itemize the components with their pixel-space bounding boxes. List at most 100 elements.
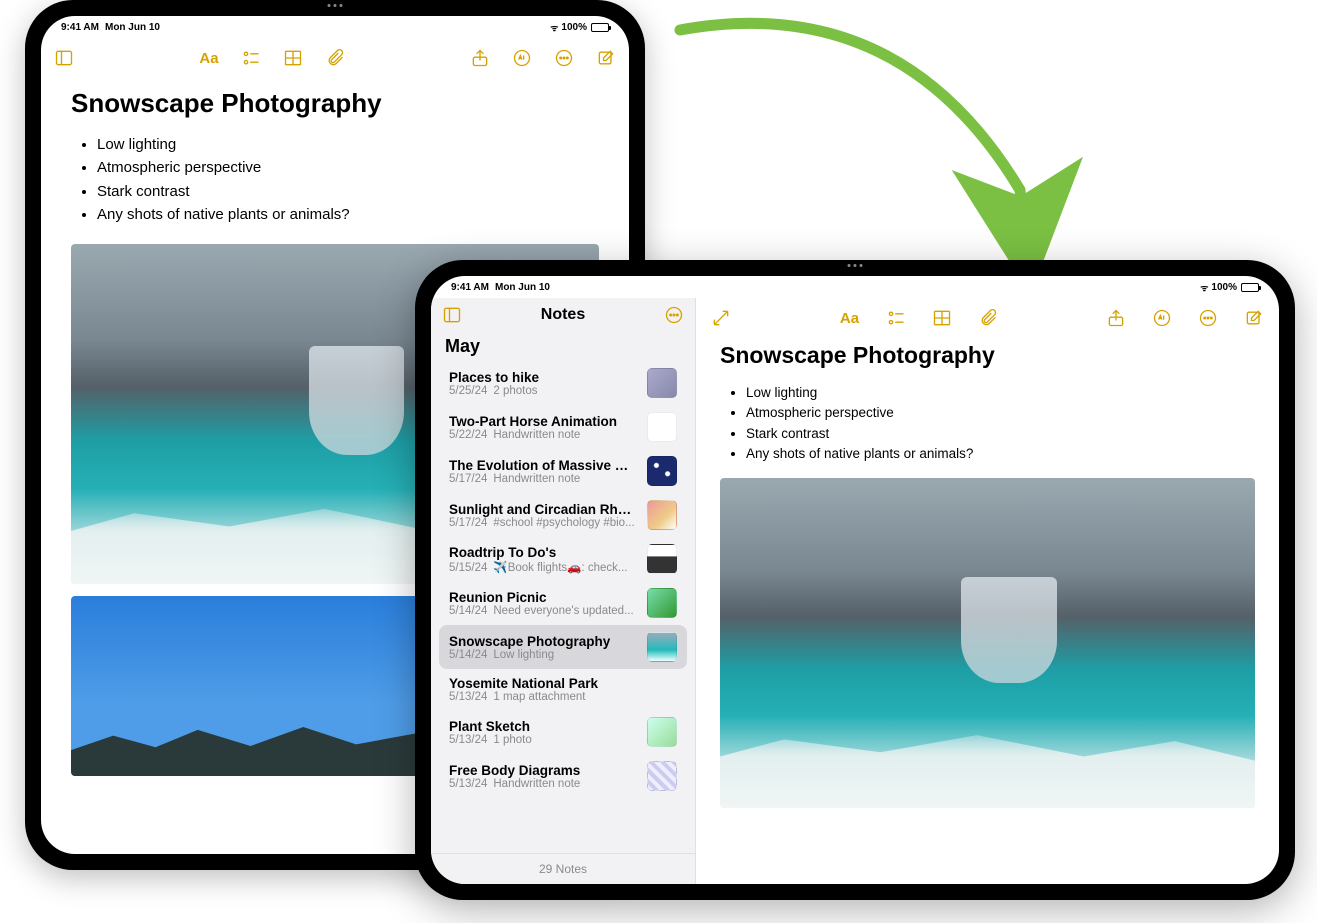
share-icon[interactable] — [469, 47, 491, 69]
sidebar-title: Notes — [463, 306, 663, 324]
list-item-title: Snowscape Photography — [449, 634, 637, 649]
note-title[interactable]: Snowscape Photography — [720, 342, 1255, 369]
rotation-arrow — [640, 10, 1060, 280]
list-item-thumbnail — [647, 632, 677, 662]
battery-icon — [591, 23, 609, 32]
more-icon[interactable] — [553, 47, 575, 69]
sidebar-toggle-icon[interactable] — [53, 47, 75, 69]
status-date: Mon Jun 10 — [495, 282, 550, 293]
sidebar-section-header: May — [431, 328, 695, 361]
list-item[interactable]: Two-Part Horse Animation5/22/24 Handwritt… — [439, 405, 687, 449]
battery-percent: 100% — [1211, 282, 1237, 293]
list-item[interactable]: Plant Sketch5/13/24 1 photo — [439, 710, 687, 754]
list-item[interactable]: Sunlight and Circadian Rhyth...5/17/24 #s… — [439, 493, 687, 537]
list-item[interactable]: Reunion Picnic5/14/24 Need everyone's upd… — [439, 581, 687, 625]
list-item-preview: #school #psychology #bio... — [493, 517, 634, 529]
bullet-item[interactable]: Low lighting — [97, 133, 599, 156]
checklist-icon[interactable] — [885, 307, 907, 329]
list-item-date: 5/13/24 — [449, 734, 487, 746]
list-item-date: 5/14/24 — [449, 605, 487, 617]
list-item-thumbnail — [647, 588, 677, 618]
list-item-date: 5/17/24 — [449, 517, 487, 529]
attachment-icon[interactable] — [977, 307, 999, 329]
note-bullets[interactable]: Low lighting Atmospheric perspective Sta… — [71, 133, 599, 226]
checklist-icon[interactable] — [240, 47, 262, 69]
list-item-date: 5/13/24 — [449, 691, 487, 703]
list-item-thumbnail — [647, 456, 677, 486]
list-item[interactable]: Places to hike5/25/242 photos — [439, 361, 687, 405]
screen-landscape: 9:41 AM Mon Jun 10 ᯤ 100% Notes — [431, 276, 1279, 884]
list-item-title: Reunion Picnic — [449, 590, 637, 605]
list-item-preview: 1 map attachment — [493, 691, 585, 703]
list-item[interactable]: Free Body Diagrams5/13/24Handwritten not… — [439, 754, 687, 798]
markup-icon[interactable] — [511, 47, 533, 69]
status-time: 9:41 AM — [61, 22, 99, 33]
bullet-item[interactable]: Stark contrast — [97, 180, 599, 203]
table-icon[interactable] — [282, 47, 304, 69]
status-bar: 9:41 AM Mon Jun 10 ᯤ 100% — [431, 276, 1279, 298]
bullet-item[interactable]: Low lighting — [746, 383, 1255, 403]
battery-percent: 100% — [561, 22, 587, 33]
markup-icon[interactable] — [1151, 307, 1173, 329]
bullet-item[interactable]: Atmospheric perspective — [746, 403, 1255, 423]
list-item-title: Yosemite National Park — [449, 676, 677, 691]
table-icon[interactable] — [931, 307, 953, 329]
list-item-title: Two-Part Horse Animation — [449, 414, 637, 429]
list-item-title: Sunlight and Circadian Rhyth... — [449, 502, 637, 517]
share-icon[interactable] — [1105, 307, 1127, 329]
list-item-date: 5/17/24 — [449, 473, 487, 485]
note-bullets[interactable]: Low lighting Atmospheric perspective Sta… — [720, 383, 1255, 464]
note-editor[interactable]: Snowscape Photography Low lighting Atmos… — [696, 338, 1279, 884]
list-item-title: Roadtrip To Do's — [449, 545, 637, 560]
bullet-item[interactable]: Any shots of native plants or animals? — [746, 444, 1255, 464]
list-item-selected[interactable]: Snowscape Photography5/14/24Low lighting — [439, 625, 687, 669]
bullet-item[interactable]: Atmospheric perspective — [97, 156, 599, 179]
list-item-preview: 1 photo — [493, 734, 531, 746]
format-text-icon[interactable]: Aa — [839, 307, 861, 329]
list-item-thumbnail — [647, 412, 677, 442]
status-bar: 9:41 AM Mon Jun 10 ᯤ 100% — [41, 16, 629, 38]
list-item-preview: Handwritten note — [493, 429, 580, 441]
list-item-date: 5/14/24 — [449, 649, 487, 661]
list-item-thumbnail — [647, 717, 677, 747]
bullet-item[interactable]: Any shots of native plants or animals? — [97, 203, 599, 226]
attachment-icon[interactable] — [324, 47, 346, 69]
wifi-icon: ᯤ — [1200, 281, 1207, 294]
list-item-thumbnail — [647, 761, 677, 791]
list-item-preview: Handwritten note — [493, 778, 580, 790]
list-item-date: 5/25/24 — [449, 385, 487, 397]
status-date: Mon Jun 10 — [105, 22, 160, 33]
notes-sidebar: Notes May Places to hike5/25/242 photos … — [431, 298, 696, 884]
sidebar-more-icon[interactable] — [663, 304, 685, 326]
list-item[interactable]: The Evolution of Massive Star...5/17/24H… — [439, 449, 687, 493]
toolbar-landscape: Aa — [696, 298, 1279, 338]
list-item-preview: ✈️Book flights🚗: check... — [493, 562, 627, 574]
compose-icon[interactable] — [595, 47, 617, 69]
list-item-preview: 2 photos — [493, 385, 537, 397]
list-item[interactable]: Yosemite National Park5/13/24 1 map attac… — [439, 669, 687, 710]
list-item-date: 5/13/24 — [449, 778, 487, 790]
sidebar-toggle-icon[interactable] — [441, 304, 463, 326]
list-item-thumbnail — [647, 500, 677, 530]
status-time: 9:41 AM — [451, 282, 489, 293]
list-item-date: 5/22/24 — [449, 429, 487, 441]
format-text-icon[interactable]: Aa — [198, 47, 220, 69]
notes-list[interactable]: Places to hike5/25/242 photos Two-Part H… — [431, 361, 695, 853]
list-item[interactable]: Roadtrip To Do's5/15/24✈️Book flights🚗: … — [439, 537, 687, 581]
list-item-title: Plant Sketch — [449, 719, 637, 734]
ipad-landscape: 9:41 AM Mon Jun 10 ᯤ 100% Notes — [415, 260, 1295, 900]
battery-icon — [1241, 283, 1259, 292]
sidebar-footer-count: 29 Notes — [431, 853, 695, 884]
bullet-item[interactable]: Stark contrast — [746, 424, 1255, 444]
note-photo-waterfall[interactable] — [720, 478, 1255, 808]
list-item-preview: Need everyone's updated... — [493, 605, 633, 617]
list-item-thumbnail — [647, 544, 677, 574]
expand-icon[interactable] — [710, 307, 732, 329]
list-item-thumbnail — [647, 368, 677, 398]
more-icon[interactable] — [1197, 307, 1219, 329]
compose-icon[interactable] — [1243, 307, 1265, 329]
list-item-title: The Evolution of Massive Star... — [449, 458, 637, 473]
note-title[interactable]: Snowscape Photography — [71, 88, 599, 119]
wifi-icon: ᯤ — [550, 21, 557, 34]
note-content-pane: Aa — [696, 298, 1279, 884]
